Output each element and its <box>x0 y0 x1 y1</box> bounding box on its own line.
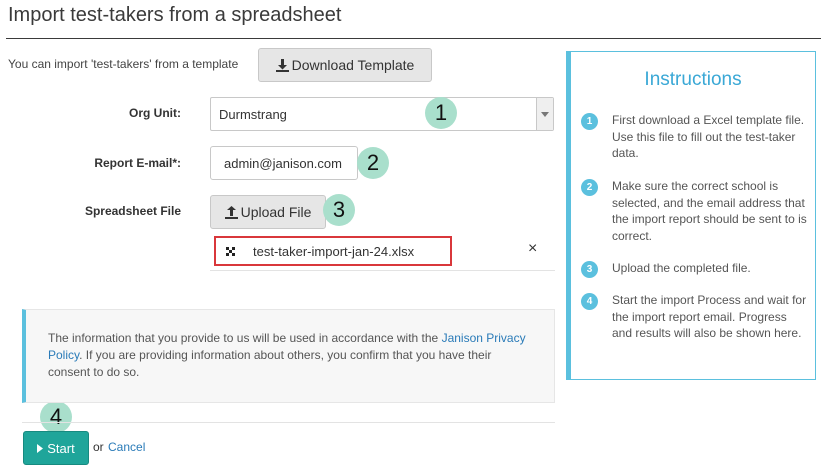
start-button[interactable]: Start <box>23 431 89 465</box>
upload-file-button[interactable]: Upload File <box>210 195 326 229</box>
instructions-panel: Instructions 1 First download a Excel te… <box>566 51 816 380</box>
upload-icon <box>224 205 238 219</box>
report-email-field[interactable]: admin@janison.com <box>210 146 358 180</box>
instructions-title: Instructions <box>644 69 742 90</box>
uploaded-file-highlight: test-taker-import-jan-24.xlsx <box>214 236 452 266</box>
or-text: or <box>93 440 104 454</box>
step-number: 1 <box>581 113 598 130</box>
step-number: 4 <box>581 293 598 310</box>
footer-divider <box>22 422 555 423</box>
report-email-label: Report E-mail*: <box>94 156 181 170</box>
template-intro-text: You can import 'test-takers' from a temp… <box>8 57 239 71</box>
spreadsheet-file-label: Spreadsheet File <box>84 204 181 218</box>
step-text: Upload the completed file. <box>612 261 751 275</box>
step-text: Make sure the correct school is selected… <box>612 179 807 243</box>
start-label: Start <box>47 440 75 456</box>
upload-file-label: Upload File <box>240 204 312 220</box>
org-unit-label: Org Unit: <box>129 106 181 120</box>
step-badge-4: 4 <box>40 401 72 433</box>
step-number: 3 <box>581 261 598 278</box>
page-title: Import test-takers from a spreadsheet <box>8 4 342 26</box>
step-text: Start the import Process and wait for th… <box>612 293 807 340</box>
org-unit-value: Durmstrang <box>219 106 287 122</box>
title-divider <box>6 38 821 39</box>
play-icon <box>37 443 44 453</box>
step-number: 2 <box>581 179 598 196</box>
step-badge-2: 2 <box>357 147 389 179</box>
file-grid-icon <box>226 246 235 256</box>
download-template-label: Download Template <box>291 57 415 73</box>
uploaded-file-name: test-taker-import-jan-24.xlsx <box>253 243 415 259</box>
step-text: First download a Excel template file. Us… <box>612 113 805 160</box>
org-unit-select[interactable]: Durmstrang <box>210 97 554 131</box>
close-icon[interactable]: × <box>528 240 537 258</box>
privacy-notice-text: The information that you provide to us w… <box>48 331 442 345</box>
caret-down-icon[interactable] <box>536 98 553 130</box>
cancel-link[interactable]: Cancel <box>108 440 145 454</box>
step-badge-1: 1 <box>425 97 457 129</box>
step-badge-3: 3 <box>323 194 355 226</box>
privacy-notice: The information that you provide to us w… <box>22 309 555 403</box>
download-template-button[interactable]: Download Template <box>258 48 432 82</box>
privacy-notice-text-end: . If you are providing information about… <box>48 348 492 379</box>
uploaded-file-row: test-taker-import-jan-24.xlsx × <box>210 233 555 271</box>
download-icon <box>275 58 289 72</box>
